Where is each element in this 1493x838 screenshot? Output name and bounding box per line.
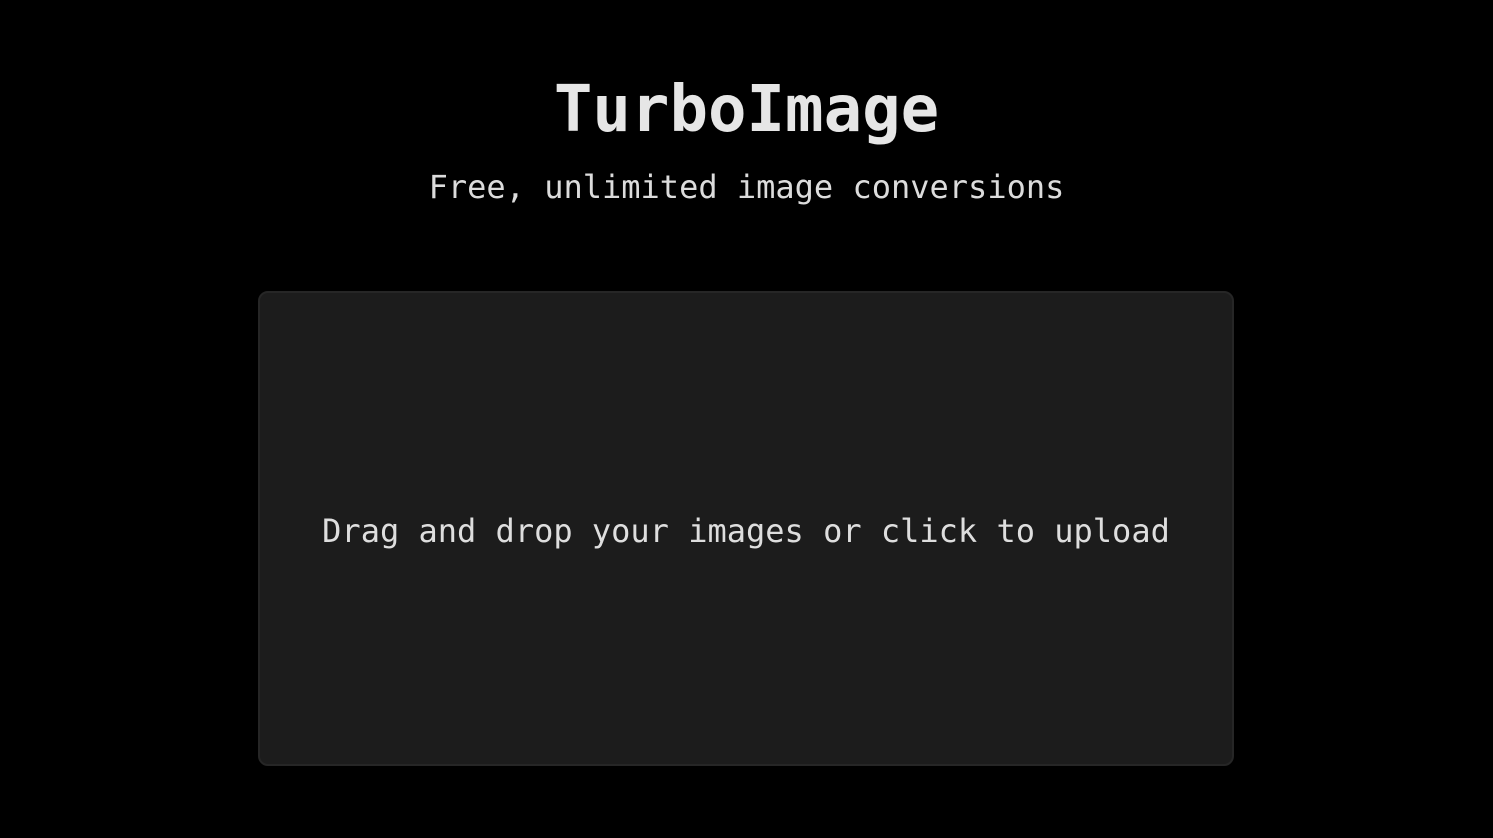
upload-prompt: Drag and drop your images or click to up… bbox=[322, 511, 1170, 550]
app-subtitle: Free, unlimited image conversions bbox=[428, 168, 1065, 206]
app-title: TurboImage bbox=[553, 73, 940, 147]
upload-dropzone[interactable]: Drag and drop your images or click to up… bbox=[258, 291, 1234, 766]
